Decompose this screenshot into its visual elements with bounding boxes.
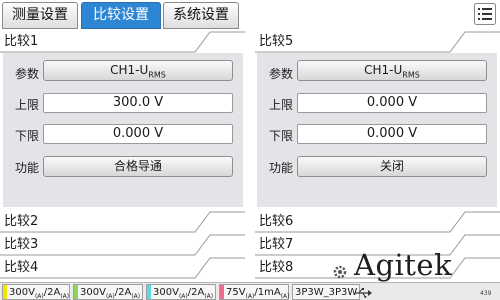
upper-limit-label: 上限: [15, 98, 40, 112]
compare-4-title: 比较4: [4, 260, 39, 275]
channel-color-swatch: [74, 285, 78, 299]
function-select-button[interactable]: 关闭: [297, 156, 487, 177]
brand-logo: Agitek: [354, 248, 453, 282]
function-label: 功能: [15, 161, 40, 175]
lower-limit-field[interactable]: 0.000 V: [297, 124, 487, 144]
upper-limit-field[interactable]: 300.0 V: [43, 93, 233, 113]
channel-color-swatch: [3, 285, 7, 299]
compare-3-header[interactable]: 比较3: [0, 234, 245, 256]
compare-2-title: 比较2: [4, 214, 39, 229]
compare-1-title: 比较1: [4, 34, 39, 49]
compare-7-title: 比较7: [259, 237, 294, 252]
param-select-button[interactable]: CH1-URMS: [43, 60, 233, 81]
param-label: 参数: [269, 67, 294, 81]
compare-8-title: 比较8: [259, 260, 294, 275]
compare-5-header[interactable]: 比较5: [255, 31, 500, 53]
channel-4-range[interactable]: 75V(A)/1mA(A): [219, 284, 290, 300]
param-value: CH1-U: [364, 63, 403, 77]
channel-current: /2A: [187, 287, 205, 298]
small-indicator-text: 439: [480, 290, 492, 297]
channel-3-range[interactable]: 300V(A)/2A(A): [146, 284, 216, 300]
channel-voltage-sub: (A): [178, 293, 188, 300]
function-label: 功能: [269, 161, 294, 175]
compare-1-panel: 参数 CH1-URMS 上限 300.0 V 下限 0.000 V 功能 合格导…: [3, 53, 243, 207]
tab-measurement-settings[interactable]: 测量设置: [2, 2, 78, 29]
wiring-mode[interactable]: 3P3W_3P3W: [292, 284, 361, 300]
tab-compare-settings[interactable]: 比较设置: [81, 2, 161, 29]
gear-icon: [332, 264, 348, 284]
lower-limit-label: 下限: [15, 129, 40, 143]
tab-system-settings[interactable]: 系统设置: [163, 2, 239, 29]
channel-voltage: 300V: [9, 287, 35, 298]
channel-current: /1mA: [254, 287, 281, 298]
tab-bar: 测量设置 比较设置 系统设置: [0, 0, 500, 31]
compare-6-header[interactable]: 比较6: [255, 211, 500, 233]
compare-5-title: 比较5: [259, 34, 294, 49]
channel-current: /2A: [43, 287, 61, 298]
lower-limit-label: 下限: [269, 129, 294, 143]
compare-1-header[interactable]: 比较1: [0, 31, 245, 53]
lower-limit-field[interactable]: 0.000 V: [43, 124, 233, 144]
param-subscript: RMS: [402, 70, 420, 80]
channel-current-sub: (A): [131, 293, 141, 300]
function-select-button[interactable]: 合格导通: [43, 156, 233, 177]
usb-icon: [354, 284, 372, 298]
channel-current-sub: (A): [60, 293, 70, 300]
status-bar: 300V(A)/2A(A) 300V(A)/2A(A) 300V(A)/2A(A…: [0, 282, 500, 300]
upper-limit-field[interactable]: 0.000 V: [297, 93, 487, 113]
channel-voltage-sub: (A): [105, 293, 115, 300]
channel-voltage-sub: (A): [34, 293, 44, 300]
channel-voltage: 75V: [226, 287, 246, 298]
channel-current-sub: (A): [204, 293, 214, 300]
menu-list-icon[interactable]: [474, 3, 496, 25]
param-select-button[interactable]: CH1-URMS: [297, 60, 487, 81]
channel-2-range[interactable]: 300V(A)/2A(A): [73, 284, 143, 300]
compare-4-header[interactable]: 比较4: [0, 257, 245, 279]
channel-color-swatch: [147, 285, 151, 299]
channel-current: /2A: [114, 287, 132, 298]
channel-1-range[interactable]: 300V(A)/2A(A): [2, 284, 70, 300]
compare-5-panel: 参数 CH1-URMS 上限 0.000 V 下限 0.000 V 功能 关闭: [257, 53, 497, 207]
param-subscript: RMS: [148, 70, 166, 80]
compare-6-title: 比较6: [259, 214, 294, 229]
compare-3-title: 比较3: [4, 237, 39, 252]
channel-voltage: 300V: [153, 287, 179, 298]
channel-current-sub: (A): [280, 293, 290, 300]
upper-limit-label: 上限: [269, 98, 294, 112]
param-label: 参数: [15, 67, 40, 81]
channel-voltage: 300V: [80, 287, 106, 298]
compare-2-header[interactable]: 比较2: [0, 211, 245, 233]
channel-color-swatch: [220, 285, 224, 299]
param-value: CH1-U: [110, 63, 149, 77]
